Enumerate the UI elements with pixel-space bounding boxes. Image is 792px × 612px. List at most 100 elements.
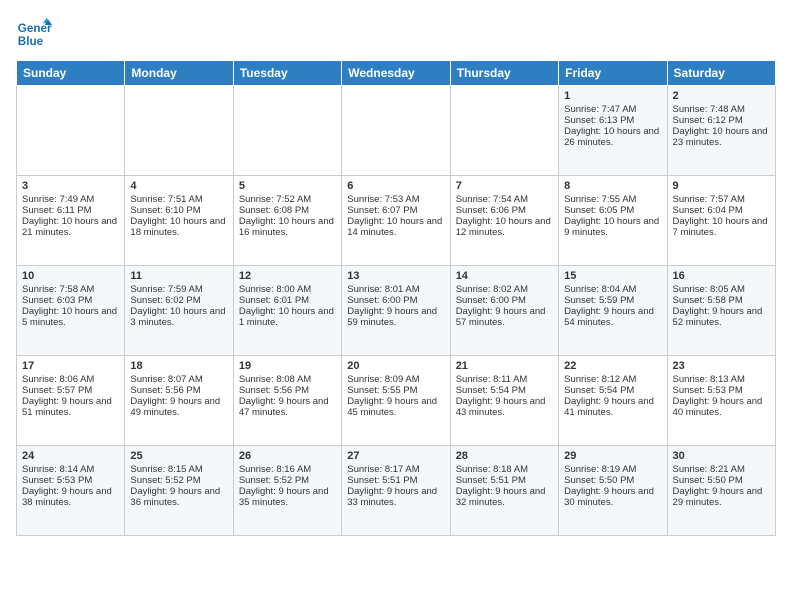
day-info: Sunset: 6:12 PM	[673, 115, 770, 126]
day-number: 5	[239, 180, 336, 192]
calendar-cell: 15Sunrise: 8:04 AMSunset: 5:59 PMDayligh…	[559, 266, 667, 356]
day-number: 19	[239, 360, 336, 372]
day-info: Sunset: 5:52 PM	[130, 475, 227, 486]
day-info: Daylight: 9 hours and 29 minutes.	[673, 486, 770, 508]
day-info: Sunrise: 8:00 AM	[239, 284, 336, 295]
day-info: Sunset: 5:53 PM	[22, 475, 119, 486]
header-row: SundayMondayTuesdayWednesdayThursdayFrid…	[17, 61, 776, 86]
calendar-cell: 11Sunrise: 7:59 AMSunset: 6:02 PMDayligh…	[125, 266, 233, 356]
day-info: Sunrise: 8:11 AM	[456, 374, 553, 385]
calendar-cell: 17Sunrise: 8:06 AMSunset: 5:57 PMDayligh…	[17, 356, 125, 446]
day-info: Daylight: 10 hours and 3 minutes.	[130, 306, 227, 328]
day-info: Daylight: 10 hours and 9 minutes.	[564, 216, 661, 238]
day-number: 1	[564, 90, 661, 102]
day-info: Sunrise: 8:17 AM	[347, 464, 444, 475]
logo: General Blue	[16, 16, 52, 52]
day-info: Sunrise: 8:19 AM	[564, 464, 661, 475]
page-header: General Blue	[16, 16, 776, 52]
day-info: Sunrise: 7:47 AM	[564, 104, 661, 115]
day-info: Sunrise: 8:15 AM	[130, 464, 227, 475]
day-number: 22	[564, 360, 661, 372]
calendar-header: SundayMondayTuesdayWednesdayThursdayFrid…	[17, 61, 776, 86]
calendar-cell: 25Sunrise: 8:15 AMSunset: 5:52 PMDayligh…	[125, 446, 233, 536]
calendar-cell: 24Sunrise: 8:14 AMSunset: 5:53 PMDayligh…	[17, 446, 125, 536]
day-header-monday: Monday	[125, 61, 233, 86]
calendar-cell: 20Sunrise: 8:09 AMSunset: 5:55 PMDayligh…	[342, 356, 450, 446]
day-info: Sunset: 6:03 PM	[22, 295, 119, 306]
day-number: 2	[673, 90, 770, 102]
calendar-cell: 1Sunrise: 7:47 AMSunset: 6:13 PMDaylight…	[559, 86, 667, 176]
day-info: Sunrise: 8:01 AM	[347, 284, 444, 295]
day-number: 23	[673, 360, 770, 372]
day-info: Sunrise: 8:16 AM	[239, 464, 336, 475]
day-number: 17	[22, 360, 119, 372]
calendar-cell: 29Sunrise: 8:19 AMSunset: 5:50 PMDayligh…	[559, 446, 667, 536]
day-info: Sunrise: 7:57 AM	[673, 194, 770, 205]
day-info: Daylight: 9 hours and 32 minutes.	[456, 486, 553, 508]
day-info: Daylight: 9 hours and 54 minutes.	[564, 306, 661, 328]
calendar-cell	[17, 86, 125, 176]
day-info: Daylight: 9 hours and 52 minutes.	[673, 306, 770, 328]
day-info: Sunset: 5:56 PM	[239, 385, 336, 396]
day-info: Sunrise: 8:09 AM	[347, 374, 444, 385]
day-info: Sunrise: 7:59 AM	[130, 284, 227, 295]
day-number: 30	[673, 450, 770, 462]
day-info: Sunset: 5:53 PM	[673, 385, 770, 396]
day-header-saturday: Saturday	[667, 61, 775, 86]
day-info: Sunset: 6:05 PM	[564, 205, 661, 216]
day-info: Sunset: 5:57 PM	[22, 385, 119, 396]
day-info: Sunrise: 8:08 AM	[239, 374, 336, 385]
day-info: Sunset: 5:50 PM	[673, 475, 770, 486]
day-info: Daylight: 10 hours and 7 minutes.	[673, 216, 770, 238]
day-number: 26	[239, 450, 336, 462]
day-info: Sunrise: 8:21 AM	[673, 464, 770, 475]
day-number: 11	[130, 270, 227, 282]
day-info: Sunrise: 7:55 AM	[564, 194, 661, 205]
day-info: Daylight: 9 hours and 38 minutes.	[22, 486, 119, 508]
day-info: Sunset: 6:01 PM	[239, 295, 336, 306]
day-info: Sunrise: 7:49 AM	[22, 194, 119, 205]
day-info: Sunset: 5:59 PM	[564, 295, 661, 306]
calendar-cell: 4Sunrise: 7:51 AMSunset: 6:10 PMDaylight…	[125, 176, 233, 266]
day-info: Sunrise: 7:58 AM	[22, 284, 119, 295]
week-row-2: 10Sunrise: 7:58 AMSunset: 6:03 PMDayligh…	[17, 266, 776, 356]
day-info: Sunrise: 7:48 AM	[673, 104, 770, 115]
day-info: Sunset: 6:08 PM	[239, 205, 336, 216]
day-info: Daylight: 9 hours and 47 minutes.	[239, 396, 336, 418]
day-info: Sunrise: 8:04 AM	[564, 284, 661, 295]
calendar-cell: 6Sunrise: 7:53 AMSunset: 6:07 PMDaylight…	[342, 176, 450, 266]
day-info: Sunset: 5:56 PM	[130, 385, 227, 396]
day-number: 7	[456, 180, 553, 192]
calendar-cell: 9Sunrise: 7:57 AMSunset: 6:04 PMDaylight…	[667, 176, 775, 266]
day-info: Daylight: 10 hours and 21 minutes.	[22, 216, 119, 238]
day-info: Sunrise: 8:05 AM	[673, 284, 770, 295]
calendar-cell: 3Sunrise: 7:49 AMSunset: 6:11 PMDaylight…	[17, 176, 125, 266]
day-info: Sunrise: 8:18 AM	[456, 464, 553, 475]
day-number: 24	[22, 450, 119, 462]
calendar-cell: 18Sunrise: 8:07 AMSunset: 5:56 PMDayligh…	[125, 356, 233, 446]
day-info: Sunrise: 8:06 AM	[22, 374, 119, 385]
day-info: Sunset: 5:58 PM	[673, 295, 770, 306]
week-row-1: 3Sunrise: 7:49 AMSunset: 6:11 PMDaylight…	[17, 176, 776, 266]
logo-icon: General Blue	[16, 16, 52, 52]
day-info: Daylight: 9 hours and 35 minutes.	[239, 486, 336, 508]
day-info: Daylight: 9 hours and 33 minutes.	[347, 486, 444, 508]
day-info: Daylight: 10 hours and 14 minutes.	[347, 216, 444, 238]
day-info: Sunrise: 8:07 AM	[130, 374, 227, 385]
day-number: 10	[22, 270, 119, 282]
calendar-cell: 27Sunrise: 8:17 AMSunset: 5:51 PMDayligh…	[342, 446, 450, 536]
day-number: 12	[239, 270, 336, 282]
day-info: Sunset: 6:07 PM	[347, 205, 444, 216]
day-info: Daylight: 10 hours and 1 minute.	[239, 306, 336, 328]
calendar-cell: 14Sunrise: 8:02 AMSunset: 6:00 PMDayligh…	[450, 266, 558, 356]
day-info: Sunset: 6:11 PM	[22, 205, 119, 216]
day-info: Sunset: 5:52 PM	[239, 475, 336, 486]
calendar-cell: 23Sunrise: 8:13 AMSunset: 5:53 PMDayligh…	[667, 356, 775, 446]
day-number: 25	[130, 450, 227, 462]
day-info: Sunrise: 7:51 AM	[130, 194, 227, 205]
svg-text:Blue: Blue	[18, 35, 44, 48]
calendar-body: 1Sunrise: 7:47 AMSunset: 6:13 PMDaylight…	[17, 86, 776, 536]
day-number: 21	[456, 360, 553, 372]
day-info: Sunset: 5:54 PM	[456, 385, 553, 396]
day-info: Daylight: 10 hours and 5 minutes.	[22, 306, 119, 328]
